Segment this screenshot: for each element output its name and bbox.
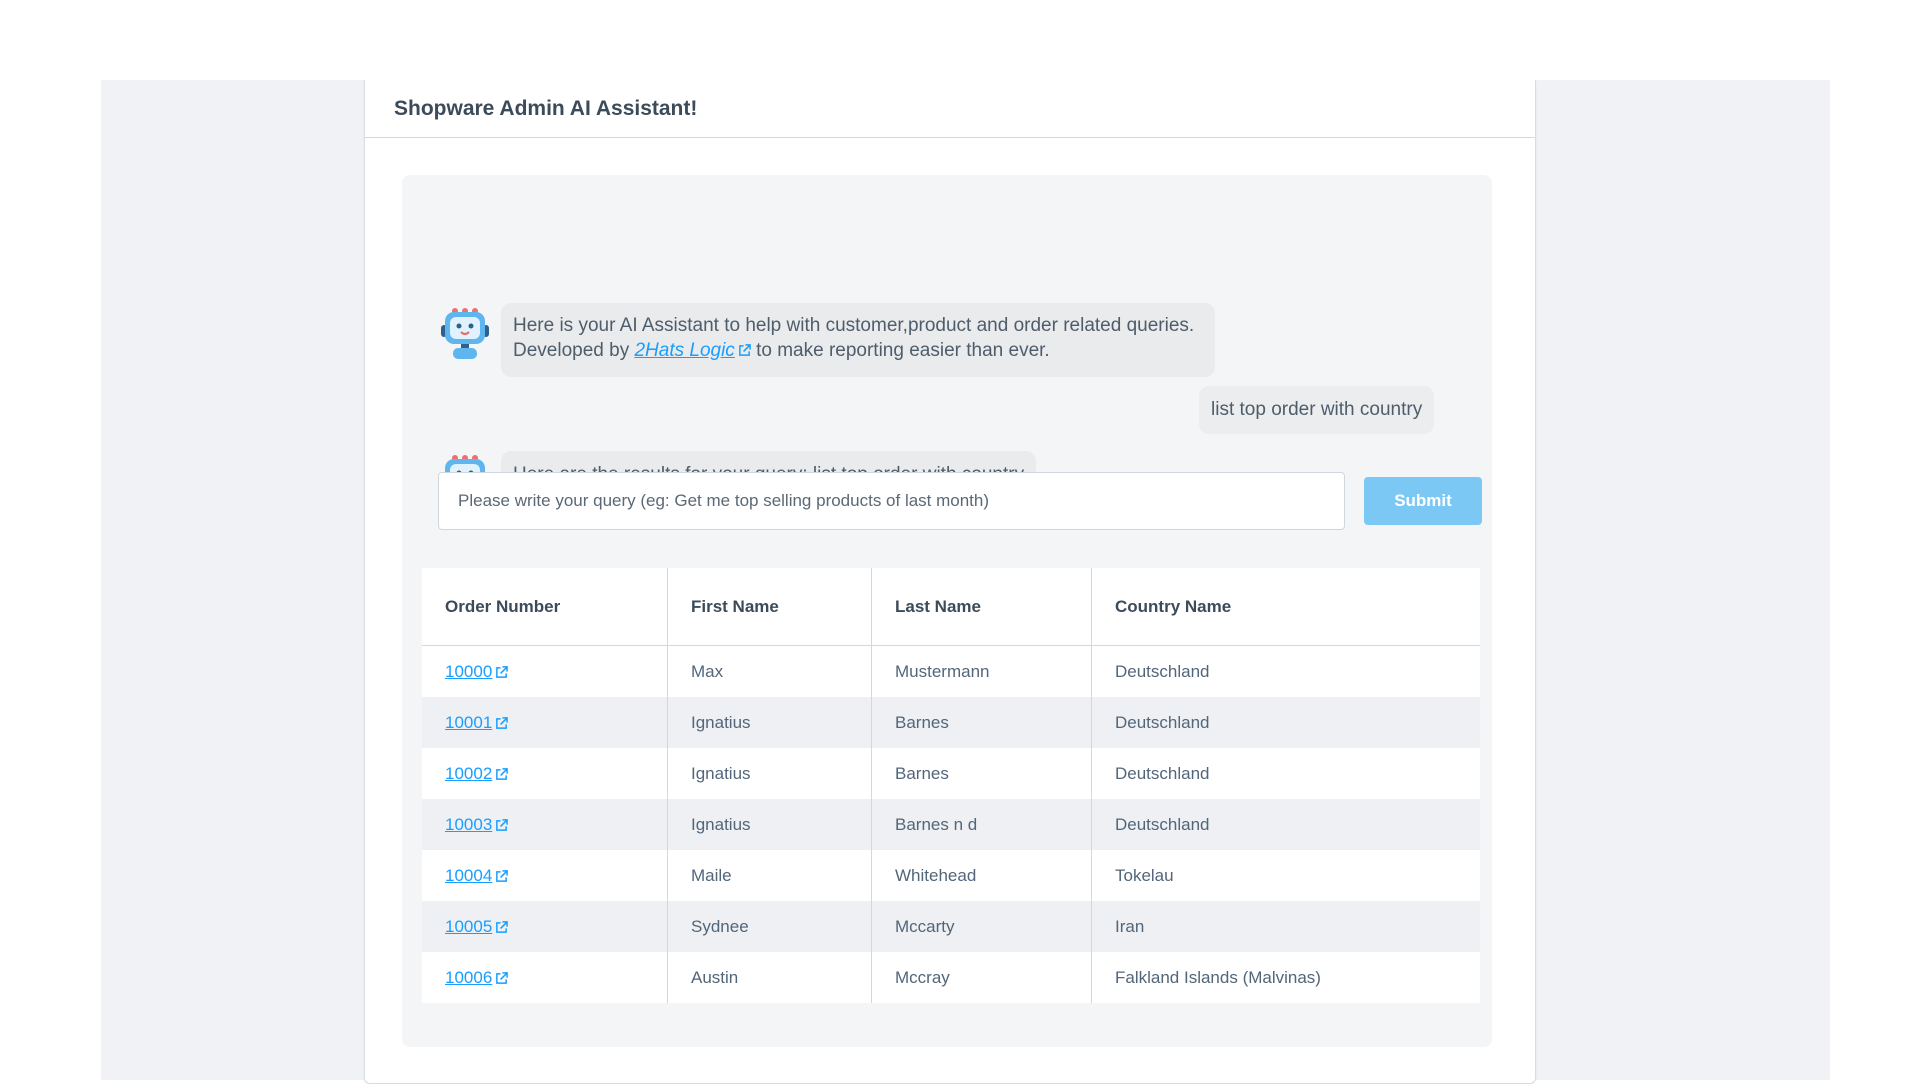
country-name-cell: Tokelau: [1091, 850, 1480, 901]
country-name-cell: Deutschland: [1091, 697, 1480, 748]
order-number-cell: 10000: [422, 646, 668, 698]
results-body: 10000 Max Mustermann Deutschland 10001 Ignati…: [422, 645, 1480, 1003]
first-name-cell: Ignatius: [667, 697, 872, 748]
external-link-icon: [496, 818, 509, 831]
order-number-link[interactable]: 10002: [445, 764, 492, 783]
table-row: 10002 Ignatius Barnes Deutschland: [422, 748, 1480, 799]
last-name-cell: Mccray: [871, 952, 1092, 1003]
column-header-order-number: Order Number: [422, 568, 668, 646]
column-header-country-name: Country Name: [1091, 568, 1480, 646]
last-name-cell: Barnes: [871, 748, 1092, 799]
external-link-icon: [496, 716, 509, 729]
column-header-first-name: First Name: [667, 568, 872, 646]
page-title: Shopware Admin AI Assistant!: [394, 96, 698, 120]
last-name-cell: Mustermann: [871, 645, 1092, 697]
last-name-cell: Barnes n d: [871, 799, 1092, 850]
table-header-row: Order Number First Name Last Name Countr…: [422, 568, 1480, 646]
chat-panel: Here is your AI Assistant to help with c…: [402, 175, 1492, 1047]
table-row: 10005 Sydnee Mccarty Iran: [422, 901, 1480, 952]
column-header-last-name: Last Name: [871, 568, 1092, 646]
external-link-icon: [496, 767, 509, 780]
first-name-cell: Maile: [667, 850, 872, 901]
external-link-icon: [496, 920, 509, 933]
last-name-cell: Whitehead: [871, 850, 1092, 901]
table-row: 10004 Maile Whitehead Tokelau: [422, 850, 1480, 901]
order-number-link[interactable]: 10005: [445, 917, 492, 936]
order-number-cell: 10002: [422, 748, 668, 799]
external-link-icon: [496, 665, 509, 678]
table-row: 10006 Austin Mccray Falkland Islands (Malvi…: [422, 952, 1480, 1003]
order-number-cell: 10006: [422, 952, 668, 1003]
country-name-cell: Iran: [1091, 901, 1480, 952]
table-row: 10003 Ignatius Barnes n d Deutschland: [422, 799, 1480, 850]
order-number-cell: 10004: [422, 850, 668, 901]
table-row: 10001 Ignatius Barnes Deutschland: [422, 697, 1480, 748]
message-text: to make reporting easier than ever.: [750, 340, 1050, 361]
country-name-cell: Falkland Islands (Malvinas): [1091, 952, 1480, 1003]
order-number-link[interactable]: 10004: [445, 866, 492, 885]
country-name-cell: Deutschland: [1091, 748, 1480, 799]
query-input[interactable]: [438, 472, 1345, 530]
last-name-cell: Mccarty: [871, 901, 1092, 952]
submit-button[interactable]: Submit: [1364, 477, 1482, 525]
table-row: 10000 Max Mustermann Deutschland: [422, 645, 1480, 698]
assistant-message-bubble: Here is your AI Assistant to help with c…: [501, 303, 1215, 377]
order-number-link[interactable]: 10001: [445, 713, 492, 732]
external-link-icon: [496, 869, 509, 882]
country-name-cell: Deutschland: [1091, 799, 1480, 850]
first-name-cell: Ignatius: [667, 799, 872, 850]
order-number-link[interactable]: 10006: [445, 968, 492, 987]
card-header: Shopware Admin AI Assistant!: [365, 80, 1535, 138]
assistant-card: Shopware Admin AI Assistant! Here is you…: [364, 80, 1536, 1084]
order-number-cell: 10001: [422, 697, 668, 748]
last-name-cell: Barnes: [871, 697, 1092, 748]
order-number-link[interactable]: 10003: [445, 815, 492, 834]
order-number-cell: 10003: [422, 799, 668, 850]
external-link-icon: [738, 344, 751, 357]
first-name-cell: Sydnee: [667, 901, 872, 952]
first-name-cell: Austin: [667, 952, 872, 1003]
first-name-cell: Max: [667, 645, 872, 697]
robot-avatar-icon: [441, 308, 489, 359]
order-number-link[interactable]: 10000: [445, 662, 492, 681]
user-message-bubble: list top order with country: [1199, 386, 1435, 434]
order-number-cell: 10005: [422, 901, 668, 952]
developer-link[interactable]: 2Hats Logic: [634, 340, 734, 361]
first-name-cell: Ignatius: [667, 748, 872, 799]
external-link-icon: [496, 971, 509, 984]
results-table: Order Number First Name Last Name Countr…: [422, 568, 1480, 1003]
country-name-cell: Deutschland: [1091, 645, 1480, 697]
message-text: list top order with country: [1211, 399, 1423, 420]
